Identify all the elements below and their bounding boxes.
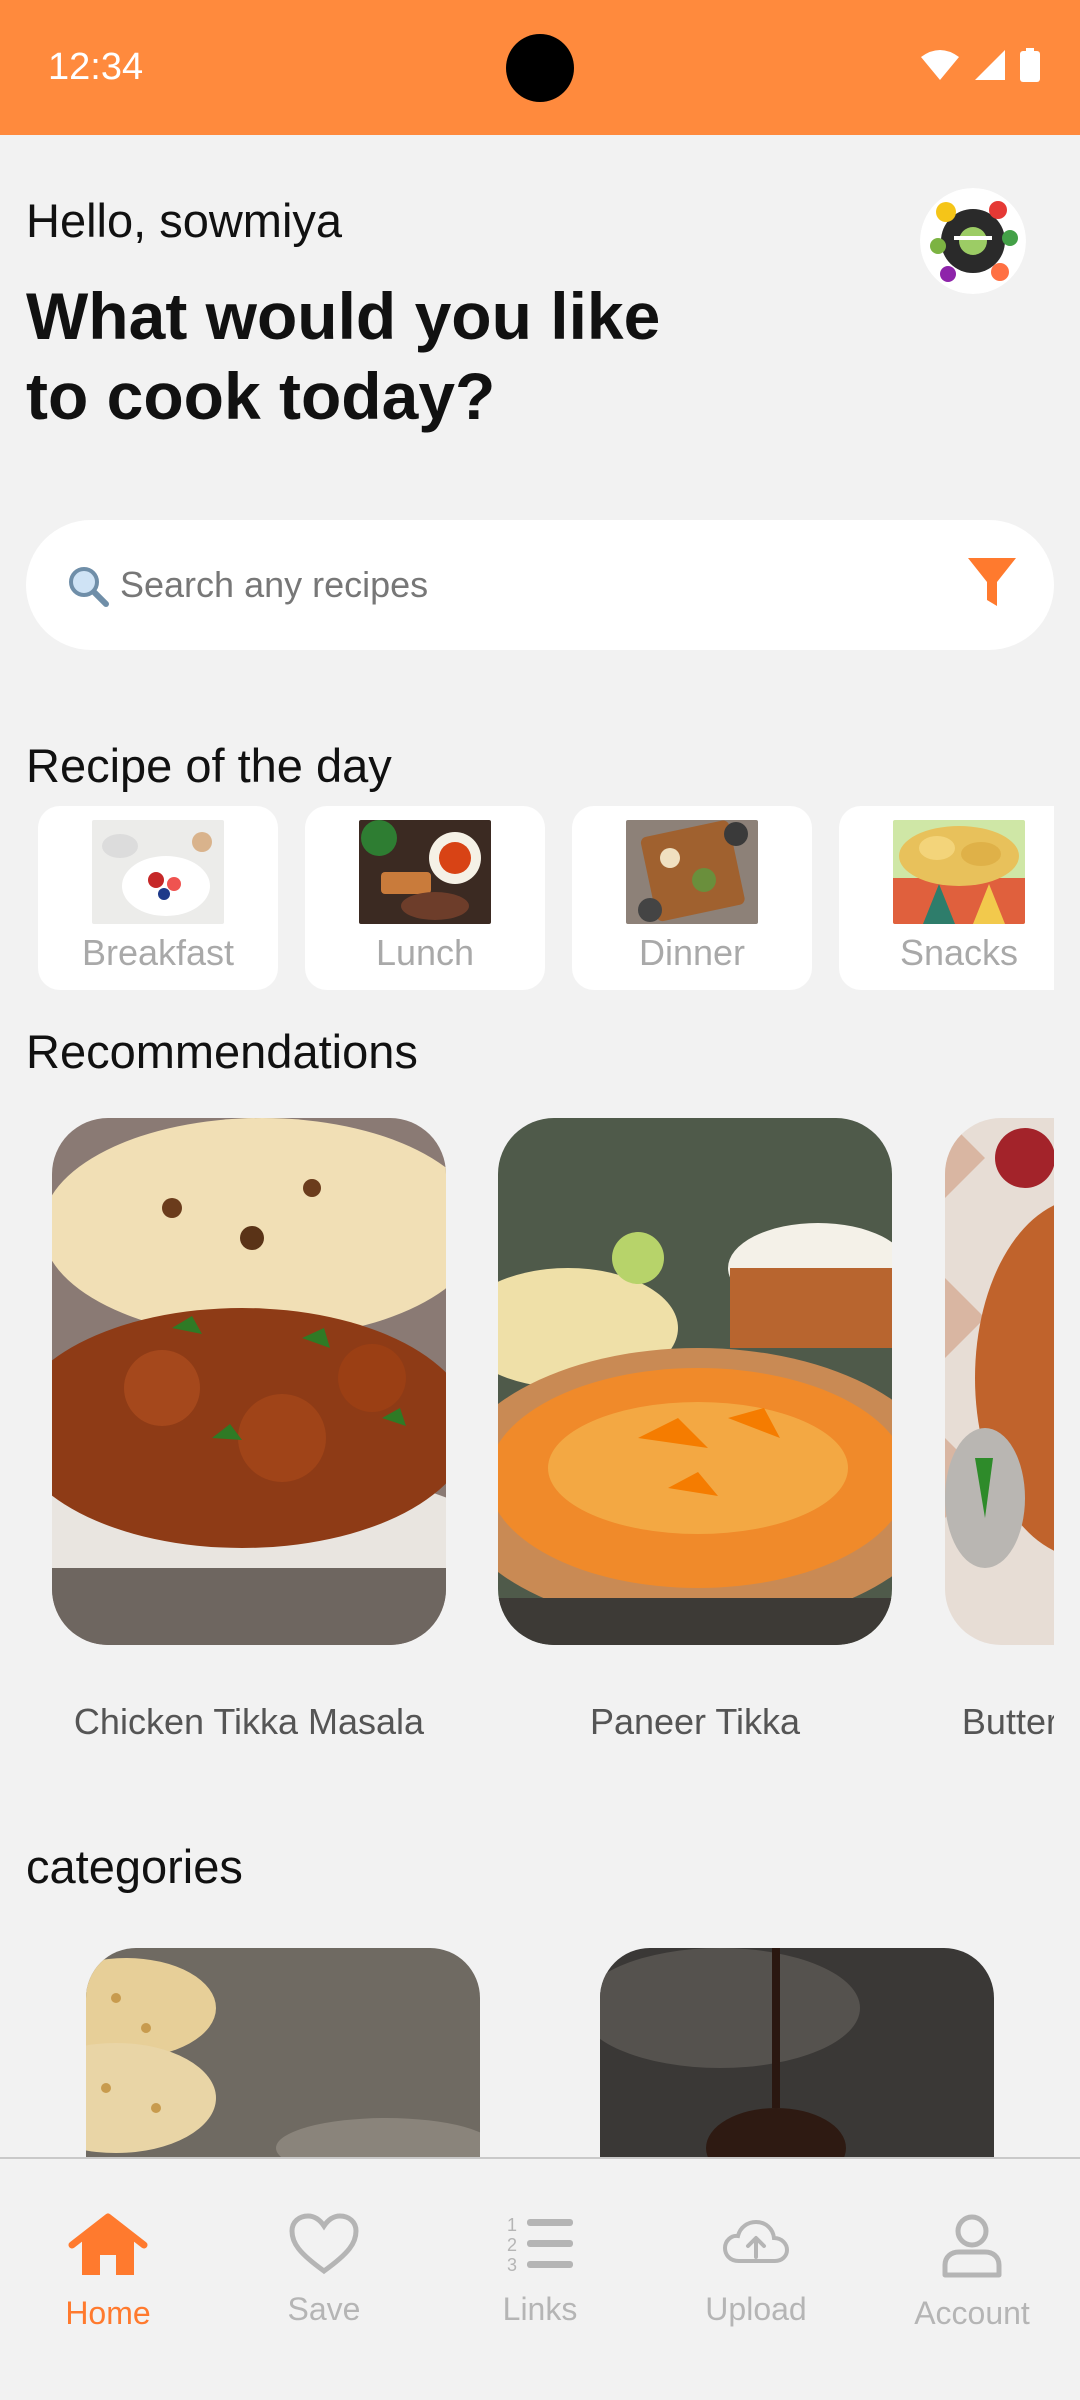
nav-home[interactable]: Home [0, 2213, 216, 2332]
svg-text:3: 3 [507, 2255, 517, 2275]
category-card[interactable] [86, 1948, 480, 2158]
nav-upload[interactable]: Upload [648, 2213, 864, 2328]
filter-icon[interactable] [966, 556, 1018, 615]
snacks-image [893, 820, 1025, 924]
breakfast-label: Breakfast [81, 932, 235, 973]
recipe-of-day-snacks[interactable]: Snacks [839, 806, 1054, 990]
recommendation-card[interactable]: Paneer Tikka [498, 1118, 892, 1745]
recipe-of-day-title: Recipe of the day [26, 739, 392, 792]
breakfast-image [92, 820, 224, 924]
greeting-text: Hello, sowmiya [26, 194, 343, 247]
nav-save-label: Save [287, 2291, 361, 2327]
nav-account[interactable]: Account [864, 2213, 1080, 2332]
recipe-of-day-breakfast[interactable]: Breakfast [38, 806, 278, 990]
svg-text:2: 2 [507, 2235, 517, 2255]
nav-links-label: Links [502, 2291, 578, 2327]
dinner-image [626, 820, 758, 924]
status-time: 12:34 [48, 46, 144, 88]
lunch-image [359, 820, 491, 924]
signal-icon [974, 49, 1006, 81]
dinner-label: Dinner [638, 932, 746, 973]
recipe-of-day-lunch[interactable]: Lunch [305, 806, 545, 990]
bottom-navigation: Home Save 1 2 3 Links Upload Account [0, 2157, 1080, 2400]
search-bar [26, 520, 1054, 650]
home-icon [0, 2213, 216, 2279]
nav-account-label: Account [914, 2295, 1030, 2331]
nav-links[interactable]: 1 2 3 Links [432, 2213, 648, 2328]
chicken-tikka-masala-image [52, 1118, 446, 1645]
categories-title: categories [26, 1840, 243, 1893]
recommendations-title: Recommendations [26, 1025, 418, 1078]
cloud-upload-icon [648, 2213, 864, 2275]
app-logo[interactable] [920, 188, 1026, 294]
recipe-of-day-dinner[interactable]: Dinner [572, 806, 812, 990]
page-headline: What would you like to cook today? [26, 279, 661, 433]
recommendation-title: Butter Chicken (Murgh Makhani) [961, 1701, 1054, 1742]
nav-upload-label: Upload [705, 2291, 807, 2327]
recommendation-card[interactable]: Chicken Tikka Masala [52, 1118, 446, 1745]
nav-save[interactable]: Save [216, 2213, 432, 2328]
recommendation-title: Paneer Tikka [589, 1701, 801, 1742]
svg-text:1: 1 [507, 2215, 517, 2235]
paneer-tikka-image [498, 1118, 892, 1645]
recipe-of-day-list: Breakfast Lunch Dinner Snacks [38, 806, 1054, 990]
category-card[interactable] [600, 1948, 994, 2158]
user-icon [864, 2213, 1080, 2279]
nav-home-label: Home [65, 2295, 151, 2331]
recommendation-card[interactable]: Butter Chicken (Murgh Makhani) [945, 1118, 1054, 1791]
wifi-icon [920, 49, 960, 81]
recommendation-title: Chicken Tikka Masala [73, 1701, 425, 1742]
status-icons [920, 48, 1040, 82]
camera-cutout [506, 34, 574, 102]
snacks-label: Snacks [899, 932, 1019, 973]
search-input[interactable] [120, 520, 920, 650]
list-icon: 1 2 3 [432, 2213, 648, 2275]
lunch-label: Lunch [375, 932, 475, 973]
recommendations-list: Chicken Tikka Masala Paneer Tikka Butter [0, 1118, 1054, 1798]
butter-chicken-image [945, 1118, 1054, 1645]
heart-icon [216, 2213, 432, 2275]
battery-icon [1020, 48, 1040, 82]
search-icon [66, 564, 110, 613]
status-bar: 12:34 [0, 0, 1080, 135]
